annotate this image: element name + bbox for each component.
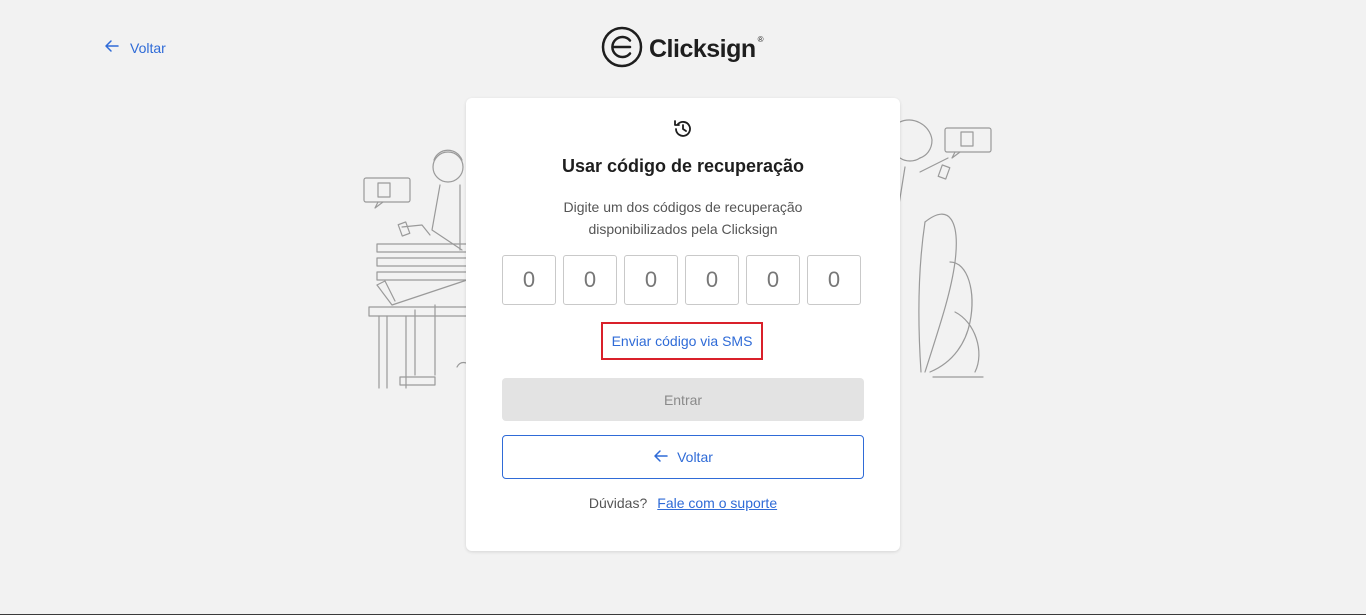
clicksign-logo: Clicksign ® (601, 26, 768, 73)
arrow-left-icon (104, 38, 120, 57)
code-input-row (502, 255, 861, 305)
arrow-left-icon (653, 448, 669, 467)
history-icon (672, 118, 694, 140)
enter-button[interactable]: Entrar (502, 378, 864, 421)
illustration-person-bench (363, 149, 470, 389)
help-question: Dúvidas? (588, 495, 648, 511)
code-digit-1[interactable] (502, 255, 556, 305)
recovery-code-card: Usar código de recuperação Digite um dos… (466, 98, 900, 551)
logo-text: Clicksign (649, 35, 756, 63)
back-link-label: Voltar (130, 39, 166, 56)
code-digit-4[interactable] (685, 255, 739, 305)
illustration-person-plant (896, 119, 992, 378)
send-sms-code-link[interactable]: Enviar código via SMS (601, 322, 763, 360)
logo-registered-mark: ® (757, 35, 764, 44)
card-subtitle: Digite um dos códigos de recuperação dis… (563, 199, 803, 237)
back-button[interactable]: Voltar (502, 435, 864, 479)
code-digit-5[interactable] (746, 255, 800, 305)
help-row: Dúvidas? Fale com o suporte (466, 495, 900, 511)
code-digit-3[interactable] (624, 255, 678, 305)
code-digit-2[interactable] (563, 255, 617, 305)
page: Voltar Clicksign ® Usar código de recupe… (0, 0, 1366, 615)
card-title: Usar código de recuperação (561, 156, 805, 176)
clicksign-logo-icon (601, 26, 643, 73)
code-digit-6[interactable] (807, 255, 861, 305)
back-button-label: Voltar (677, 449, 713, 465)
support-link[interactable]: Fale com o suporte (657, 495, 777, 511)
back-link-top[interactable]: Voltar (104, 38, 166, 57)
